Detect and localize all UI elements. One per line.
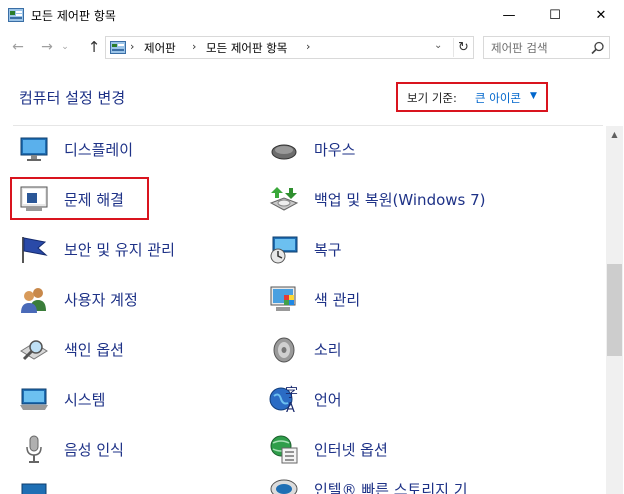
speech-recognition-icon xyxy=(26,435,42,463)
item-user-accounts[interactable]: 사용자 계정 xyxy=(18,279,138,319)
item-label: 언어 xyxy=(314,390,342,409)
item-label: 음성 인식 xyxy=(64,440,124,459)
item-label: 사용자 계정 xyxy=(64,290,138,309)
item-label: 색 관리 xyxy=(314,290,361,309)
view-by-selector[interactable]: 보기 기준: 큰 아이콘 ▼ xyxy=(396,82,548,112)
item-indexing-options[interactable]: 색인 옵션 xyxy=(18,329,124,369)
breadcrumb-control-panel[interactable]: 제어판 xyxy=(144,40,176,56)
breadcrumb-separator: › xyxy=(306,40,311,53)
breadcrumb-separator: › xyxy=(192,40,197,53)
color-management-icon xyxy=(270,286,296,311)
item-label: 인텔® 빠른 스토리지 기 xyxy=(314,480,468,494)
security-flag-icon xyxy=(22,237,48,263)
indexing-options-icon xyxy=(20,340,48,361)
item-backup-restore[interactable]: 백업 및 복원(Windows 7) xyxy=(268,179,486,219)
scroll-thumb[interactable] xyxy=(607,264,622,356)
item-label: 보안 및 유지 관리 xyxy=(64,240,175,259)
item-label: 마우스 xyxy=(314,140,356,159)
item-recovery[interactable]: 복구 xyxy=(268,229,342,269)
search-box[interactable]: 제어판 검색 xyxy=(483,36,610,59)
recent-locations-button[interactable]: ⌄ xyxy=(58,36,72,58)
control-panel-icon xyxy=(110,41,126,54)
item-sound[interactable]: 소리 xyxy=(268,329,342,369)
item-speech-recognition[interactable]: 음성 인식 xyxy=(18,429,124,469)
sound-icon xyxy=(273,337,295,363)
item-label: 소리 xyxy=(314,340,342,359)
user-accounts-icon xyxy=(21,288,46,313)
item-mouse[interactable]: 마우스 xyxy=(268,129,355,169)
item-partial-hidden[interactable] xyxy=(18,474,50,494)
backup-restore-icon xyxy=(269,187,299,211)
language-icon: 字 A xyxy=(269,386,298,415)
divider xyxy=(13,125,603,126)
maximize-button[interactable]: ☐ xyxy=(532,0,578,31)
intel-storage-icon xyxy=(270,479,298,494)
item-color-management[interactable]: 색 관리 xyxy=(268,279,360,319)
chevron-down-icon[interactable]: ▼ xyxy=(530,91,537,101)
vertical-scrollbar[interactable]: ▲ xyxy=(606,126,623,494)
window-title: 모든 제어판 항목 xyxy=(31,9,116,23)
item-display[interactable]: 디스플레이 xyxy=(18,129,133,169)
item-system[interactable]: 시스템 xyxy=(18,379,105,419)
control-panel-icon xyxy=(8,8,24,22)
address-dropdown-button[interactable]: ⌄ xyxy=(434,40,442,51)
scroll-up-button[interactable]: ▲ xyxy=(606,126,623,143)
back-button[interactable]: ← xyxy=(7,36,29,58)
internet-options-icon xyxy=(270,435,298,464)
item-label: 복구 xyxy=(314,240,342,259)
recovery-icon xyxy=(270,236,298,264)
item-label: 백업 및 복원(Windows 7) xyxy=(314,190,486,209)
refresh-button[interactable]: ↻ xyxy=(453,38,473,57)
item-label: 인터넷 옵션 xyxy=(314,440,388,459)
svg-text:字: 字 xyxy=(285,386,298,401)
item-security-maintenance[interactable]: 보안 및 유지 관리 xyxy=(18,229,175,269)
system-icon xyxy=(20,388,48,410)
close-button[interactable]: ✕ xyxy=(578,0,624,31)
item-intel-storage[interactable]: 인텔® 빠른 스토리지 기 xyxy=(268,469,468,494)
item-internet-options[interactable]: 인터넷 옵션 xyxy=(268,429,388,469)
minimize-button[interactable]: — xyxy=(486,0,532,31)
ease-of-access-icon xyxy=(21,483,47,494)
breadcrumb-all-items[interactable]: 모든 제어판 항목 xyxy=(206,40,287,56)
item-label: 시스템 xyxy=(64,390,106,409)
mouse-icon xyxy=(271,144,297,160)
search-input[interactable]: 제어판 검색 xyxy=(491,40,548,56)
item-label: 색인 옵션 xyxy=(64,340,124,359)
forward-button[interactable]: → xyxy=(36,36,58,58)
page-title: 컴퓨터 설정 변경 xyxy=(19,89,126,107)
highlight-box xyxy=(10,177,149,220)
breadcrumb-separator: › xyxy=(130,40,135,53)
view-by-label: 보기 기준: xyxy=(407,91,457,105)
view-by-value[interactable]: 큰 아이콘 xyxy=(475,90,521,106)
item-language[interactable]: 字 A 언어 xyxy=(268,379,342,419)
display-icon xyxy=(20,137,48,161)
svg-text:A: A xyxy=(286,401,295,415)
navigation-bar: ← → ⌄ ↑ › 제어판 › 모든 제어판 항목 › ⌄ ↻ 제어판 검색 xyxy=(0,31,624,65)
item-label: 디스플레이 xyxy=(64,140,134,159)
title-bar: 모든 제어판 항목 — ☐ ✕ xyxy=(0,0,624,31)
search-icon[interactable] xyxy=(591,41,605,55)
address-bar[interactable]: › 제어판 › 모든 제어판 항목 › ⌄ ↻ xyxy=(105,36,474,59)
up-button[interactable]: ↑ xyxy=(83,36,105,58)
